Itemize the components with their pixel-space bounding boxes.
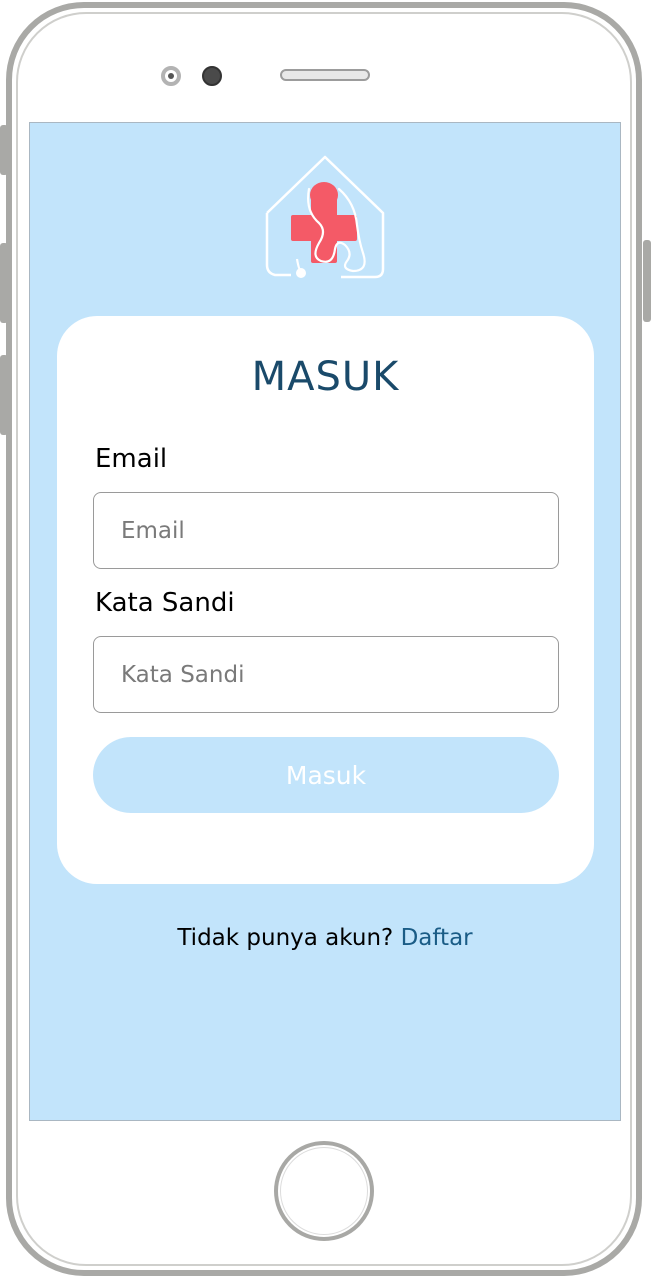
proximity-sensor xyxy=(161,66,181,86)
power-button xyxy=(643,240,651,322)
login-button[interactable]: Masuk xyxy=(93,737,559,813)
signup-prompt: Tidak punya akun? Daftar xyxy=(30,925,620,951)
password-label: Kata Sandi xyxy=(95,588,235,618)
mute-switch xyxy=(0,125,8,175)
password-field[interactable] xyxy=(93,636,559,713)
front-camera xyxy=(202,66,222,86)
volume-up-button xyxy=(0,243,8,323)
app-screen: MASUK Email Kata Sandi Masuk Tidak punya… xyxy=(29,122,621,1121)
signup-prompt-text: Tidak punya akun? xyxy=(177,925,394,951)
home-medical-cross-stethoscope-icon xyxy=(265,155,385,279)
volume-down-button xyxy=(0,355,8,435)
signup-link[interactable]: Daftar xyxy=(401,925,473,951)
email-label: Email xyxy=(95,444,168,474)
login-card: MASUK Email Kata Sandi Masuk xyxy=(57,316,594,884)
earpiece-speaker xyxy=(280,69,370,81)
page-title: MASUK xyxy=(251,354,400,400)
email-field[interactable] xyxy=(93,492,559,569)
home-button[interactable] xyxy=(274,1141,374,1241)
